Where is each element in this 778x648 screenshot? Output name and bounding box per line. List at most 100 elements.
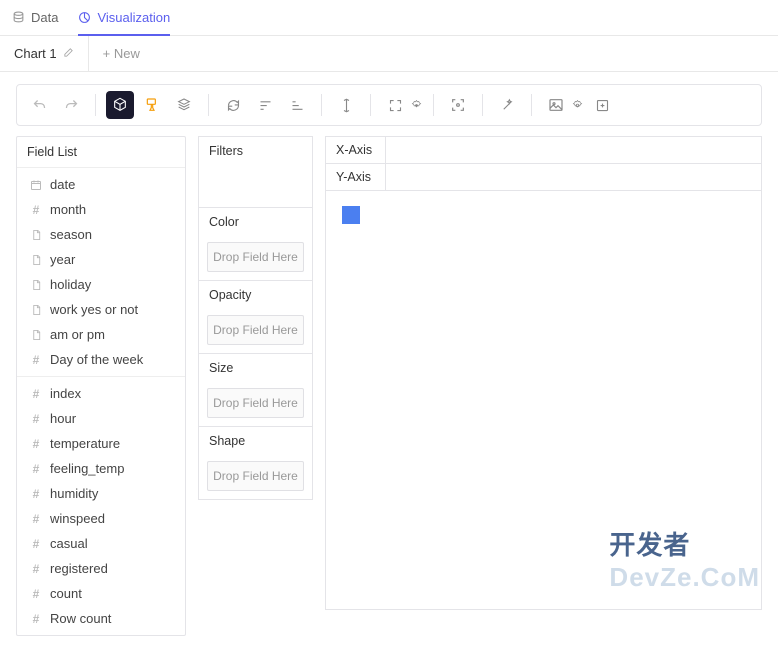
shape-pane: Shape Drop Field Here — [198, 426, 313, 500]
refresh-button[interactable] — [219, 91, 247, 119]
y-axis-label: Y-Axis — [326, 164, 386, 190]
shape-title: Shape — [199, 427, 312, 455]
field-item[interactable]: #Row count — [17, 606, 185, 631]
filters-pane: Filters — [198, 136, 313, 208]
separator — [208, 94, 209, 116]
chart-tabs: Chart 1 + New — [0, 36, 778, 72]
field-label: season — [50, 227, 92, 242]
field-type-icon: # — [29, 562, 43, 576]
gear-icon[interactable] — [409, 91, 423, 119]
size-pane: Size Drop Field Here — [198, 353, 313, 427]
color-pane: Color Drop Field Here — [198, 207, 313, 281]
field-label: feeling_temp — [50, 461, 124, 476]
sort-desc-button[interactable] — [283, 91, 311, 119]
x-axis-label: X-Axis — [326, 137, 386, 163]
field-item[interactable]: #winspeed — [17, 506, 185, 531]
field-label: hour — [50, 411, 76, 426]
layers-button[interactable] — [170, 91, 198, 119]
filters-drop[interactable] — [199, 165, 312, 207]
field-item[interactable]: season — [17, 222, 185, 247]
field-type-icon: # — [29, 612, 43, 626]
tab-data-label: Data — [31, 10, 58, 25]
field-item[interactable]: work yes or not — [17, 297, 185, 322]
sort-asc-button[interactable] — [251, 91, 279, 119]
field-item[interactable]: # humidity — [17, 481, 185, 506]
field-item[interactable]: # feeling_temp — [17, 456, 185, 481]
main-area: Field List date#month season year holiday wo… — [16, 136, 762, 636]
field-item[interactable]: year — [17, 247, 185, 272]
cube-button[interactable] — [106, 91, 134, 119]
field-label: am or pm — [50, 327, 105, 342]
field-item[interactable]: #Day of the week — [17, 347, 185, 372]
shape-drop[interactable]: Drop Field Here — [207, 461, 304, 491]
undo-button[interactable] — [25, 91, 53, 119]
separator — [482, 94, 483, 116]
field-label: registered — [50, 561, 108, 576]
size-title: Size — [199, 354, 312, 382]
field-type-icon: # — [29, 587, 43, 601]
redo-button[interactable] — [57, 91, 85, 119]
field-item[interactable]: date — [17, 172, 185, 197]
field-item[interactable]: #temperature — [17, 431, 185, 456]
new-chart-button[interactable]: + New — [89, 46, 154, 61]
field-label: humidity — [50, 486, 98, 501]
paint-button[interactable] — [138, 91, 166, 119]
y-axis-row: Y-Axis — [325, 163, 762, 191]
field-item[interactable]: holiday — [17, 272, 185, 297]
field-label: Day of the week — [50, 352, 143, 367]
field-item[interactable]: am or pm — [17, 322, 185, 347]
tab-visualization-label: Visualization — [97, 10, 170, 25]
chart-canvas[interactable] — [325, 190, 762, 610]
field-item[interactable]: #casual — [17, 531, 185, 556]
field-separator — [17, 376, 185, 377]
opacity-drop[interactable]: Drop Field Here — [207, 315, 304, 345]
field-item[interactable]: # registered — [17, 556, 185, 581]
field-item[interactable]: #hour — [17, 406, 185, 431]
tab-chart-1[interactable]: Chart 1 — [0, 36, 89, 71]
field-label: casual — [50, 536, 88, 551]
expand-button[interactable] — [332, 91, 360, 119]
wand-button[interactable] — [493, 91, 521, 119]
separator — [321, 94, 322, 116]
field-label: index — [50, 386, 81, 401]
size-drop[interactable]: Drop Field Here — [207, 388, 304, 418]
field-list-header: Field List — [17, 137, 185, 168]
x-axis-drop[interactable] — [386, 137, 761, 163]
field-label: winspeed — [50, 511, 105, 526]
tab-data[interactable]: Data — [12, 0, 58, 36]
database-icon — [12, 11, 25, 24]
gear-icon[interactable] — [570, 91, 584, 119]
field-item[interactable]: #month — [17, 197, 185, 222]
field-type-icon — [29, 179, 43, 191]
field-item[interactable]: #count — [17, 581, 185, 606]
x-axis-row: X-Axis — [325, 136, 762, 164]
field-type-icon: # — [29, 387, 43, 401]
field-label: year — [50, 252, 75, 267]
color-title: Color — [199, 208, 312, 236]
field-item[interactable]: # index — [17, 381, 185, 406]
fullscreen-button[interactable] — [381, 91, 409, 119]
chart-icon — [78, 11, 91, 24]
field-list-body: date#month season year holiday work yes or n… — [17, 168, 185, 635]
edit-icon[interactable] — [63, 47, 74, 61]
separator — [531, 94, 532, 116]
separator — [370, 94, 371, 116]
field-type-icon — [29, 304, 43, 316]
color-drop[interactable]: Drop Field Here — [207, 242, 304, 272]
y-axis-drop[interactable] — [386, 164, 761, 190]
field-label: holiday — [50, 277, 91, 292]
field-type-icon: # — [29, 487, 43, 501]
tab-visualization[interactable]: Visualization — [78, 0, 170, 36]
tab-chart-1-label: Chart 1 — [14, 46, 57, 61]
field-label: work yes or not — [50, 302, 138, 317]
field-type-icon — [29, 254, 43, 266]
filters-title: Filters — [199, 137, 312, 165]
field-type-icon: # — [29, 462, 43, 476]
focus-button[interactable] — [444, 91, 472, 119]
encodings-panel: Filters Color Drop Field Here Opacity Dr… — [198, 136, 313, 500]
export-button[interactable] — [588, 91, 616, 119]
toolbar — [16, 84, 762, 126]
separator — [433, 94, 434, 116]
field-type-icon — [29, 279, 43, 291]
image-button[interactable] — [542, 91, 570, 119]
